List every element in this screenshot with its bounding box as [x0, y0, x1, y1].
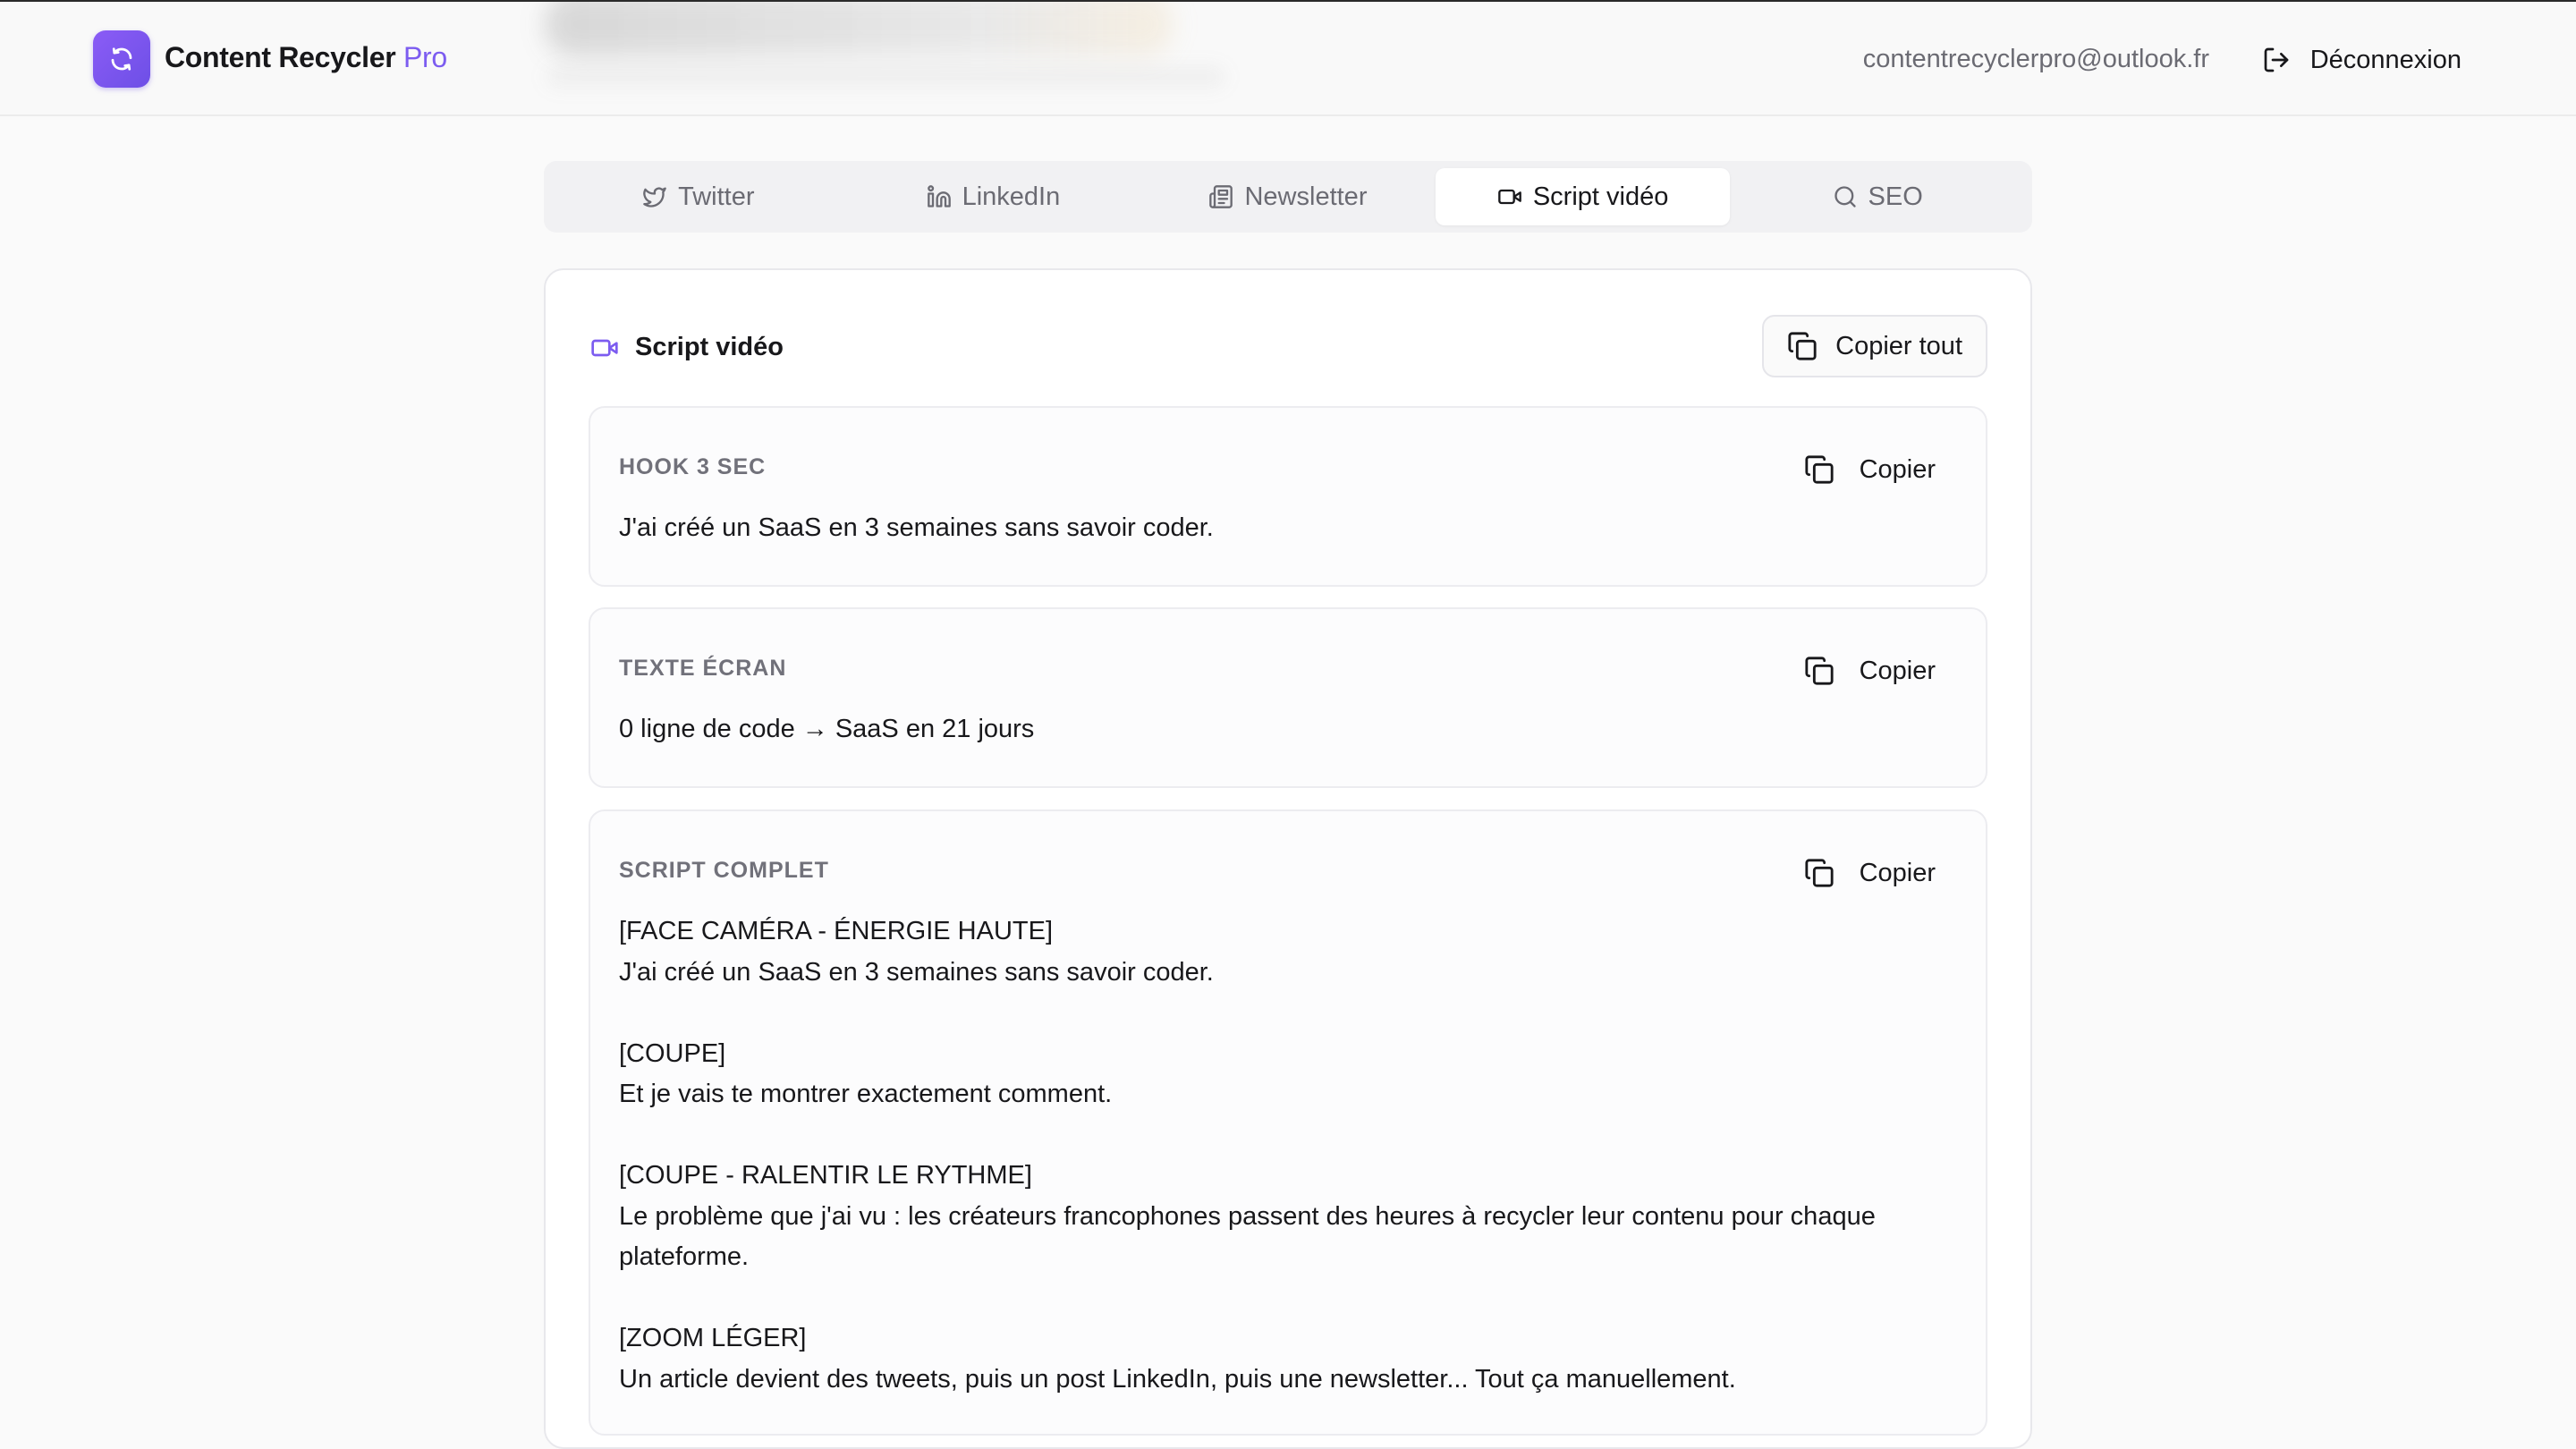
brand-name: Content Recycler Pro [165, 41, 447, 74]
copy-all-label: Copier tout [1835, 331, 1962, 360]
copy-button[interactable]: Copier [1804, 852, 1936, 894]
section-label: TEXTE ÉCRAN [619, 656, 787, 681]
section-body: 0 ligne de code → SaaS en 21 jours [619, 715, 1035, 743]
twitter-bird-icon [642, 184, 667, 209]
tab-label: Newsletter [1244, 182, 1368, 211]
tab-label: Twitter [678, 182, 755, 211]
section-hook: HOOK 3 SEC Copier J'ai créé un SaaS en 3… [589, 406, 1987, 587]
video-camera-icon [590, 334, 619, 362]
copy-icon [1787, 331, 1818, 361]
linkedin-icon [927, 184, 952, 209]
tab-linkedin[interactable]: LinkedIn [846, 168, 1141, 225]
logout-icon [2262, 46, 2291, 74]
section-label: HOOK 3 SEC [619, 454, 767, 479]
copy-label: Copier [1859, 858, 1936, 887]
card-title-text: Script vidéo [635, 333, 784, 361]
copy-button[interactable]: Copier [1804, 650, 1936, 691]
tab-label: Script vidéo [1532, 182, 1669, 211]
section-full-script: SCRIPT COMPLET Copier [FACE CAMÉRA - ÉNE… [589, 809, 1987, 1436]
copy-button[interactable]: Copier [1804, 449, 1936, 490]
brand-name-main: Content Recycler [165, 41, 396, 73]
script-video-card: Script vidéo Copier tout HOOK 3 SEC Copi… [544, 268, 2032, 1449]
copy-icon [1804, 656, 1835, 686]
logout-label: Déconnexion [2309, 45, 2462, 74]
copy-label: Copier [1859, 656, 1936, 685]
section-body: [FACE CAMÉRA - ÉNERGIE HAUTE] J'ai créé … [619, 917, 1876, 1394]
app-logo[interactable] [93, 30, 150, 88]
newspaper-icon [1208, 184, 1233, 209]
blurred-background-window [546, 2, 1172, 55]
logout-button[interactable]: Déconnexion [2262, 38, 2462, 82]
card-title: Script vidéo [590, 333, 784, 362]
copy-label: Copier [1859, 454, 1936, 484]
search-icon [1833, 184, 1858, 209]
tab-seo[interactable]: SEO [1730, 168, 2025, 225]
video-camera-icon [1497, 184, 1522, 209]
blurred-background-text [546, 66, 1225, 88]
refresh-cycle-icon [108, 46, 135, 72]
section-label: SCRIPT COMPLET [619, 858, 829, 883]
tab-script-video[interactable]: Script vidéo [1435, 168, 1731, 225]
tab-label: LinkedIn [962, 182, 1061, 211]
copy-icon [1804, 454, 1835, 485]
tab-twitter[interactable]: Twitter [551, 168, 846, 225]
section-screen-text: TEXTE ÉCRAN Copier 0 ligne de code → Saa… [589, 607, 1987, 788]
app-header: Content Recycler Pro contentrecyclerpro@… [0, 0, 2576, 116]
brand-name-suffix: Pro [402, 41, 447, 73]
user-email: contentrecyclerpro@outlook.fr [1862, 45, 2209, 73]
format-tabs: Twitter LinkedIn Newsletter Script vidéo… [544, 161, 2032, 233]
copy-icon [1804, 858, 1835, 888]
tab-label: SEO [1868, 182, 1923, 211]
copy-all-button[interactable]: Copier tout [1762, 315, 1987, 377]
section-body: J'ai créé un SaaS en 3 semaines sans sav… [619, 513, 1214, 542]
tab-newsletter[interactable]: Newsletter [1140, 168, 1436, 225]
